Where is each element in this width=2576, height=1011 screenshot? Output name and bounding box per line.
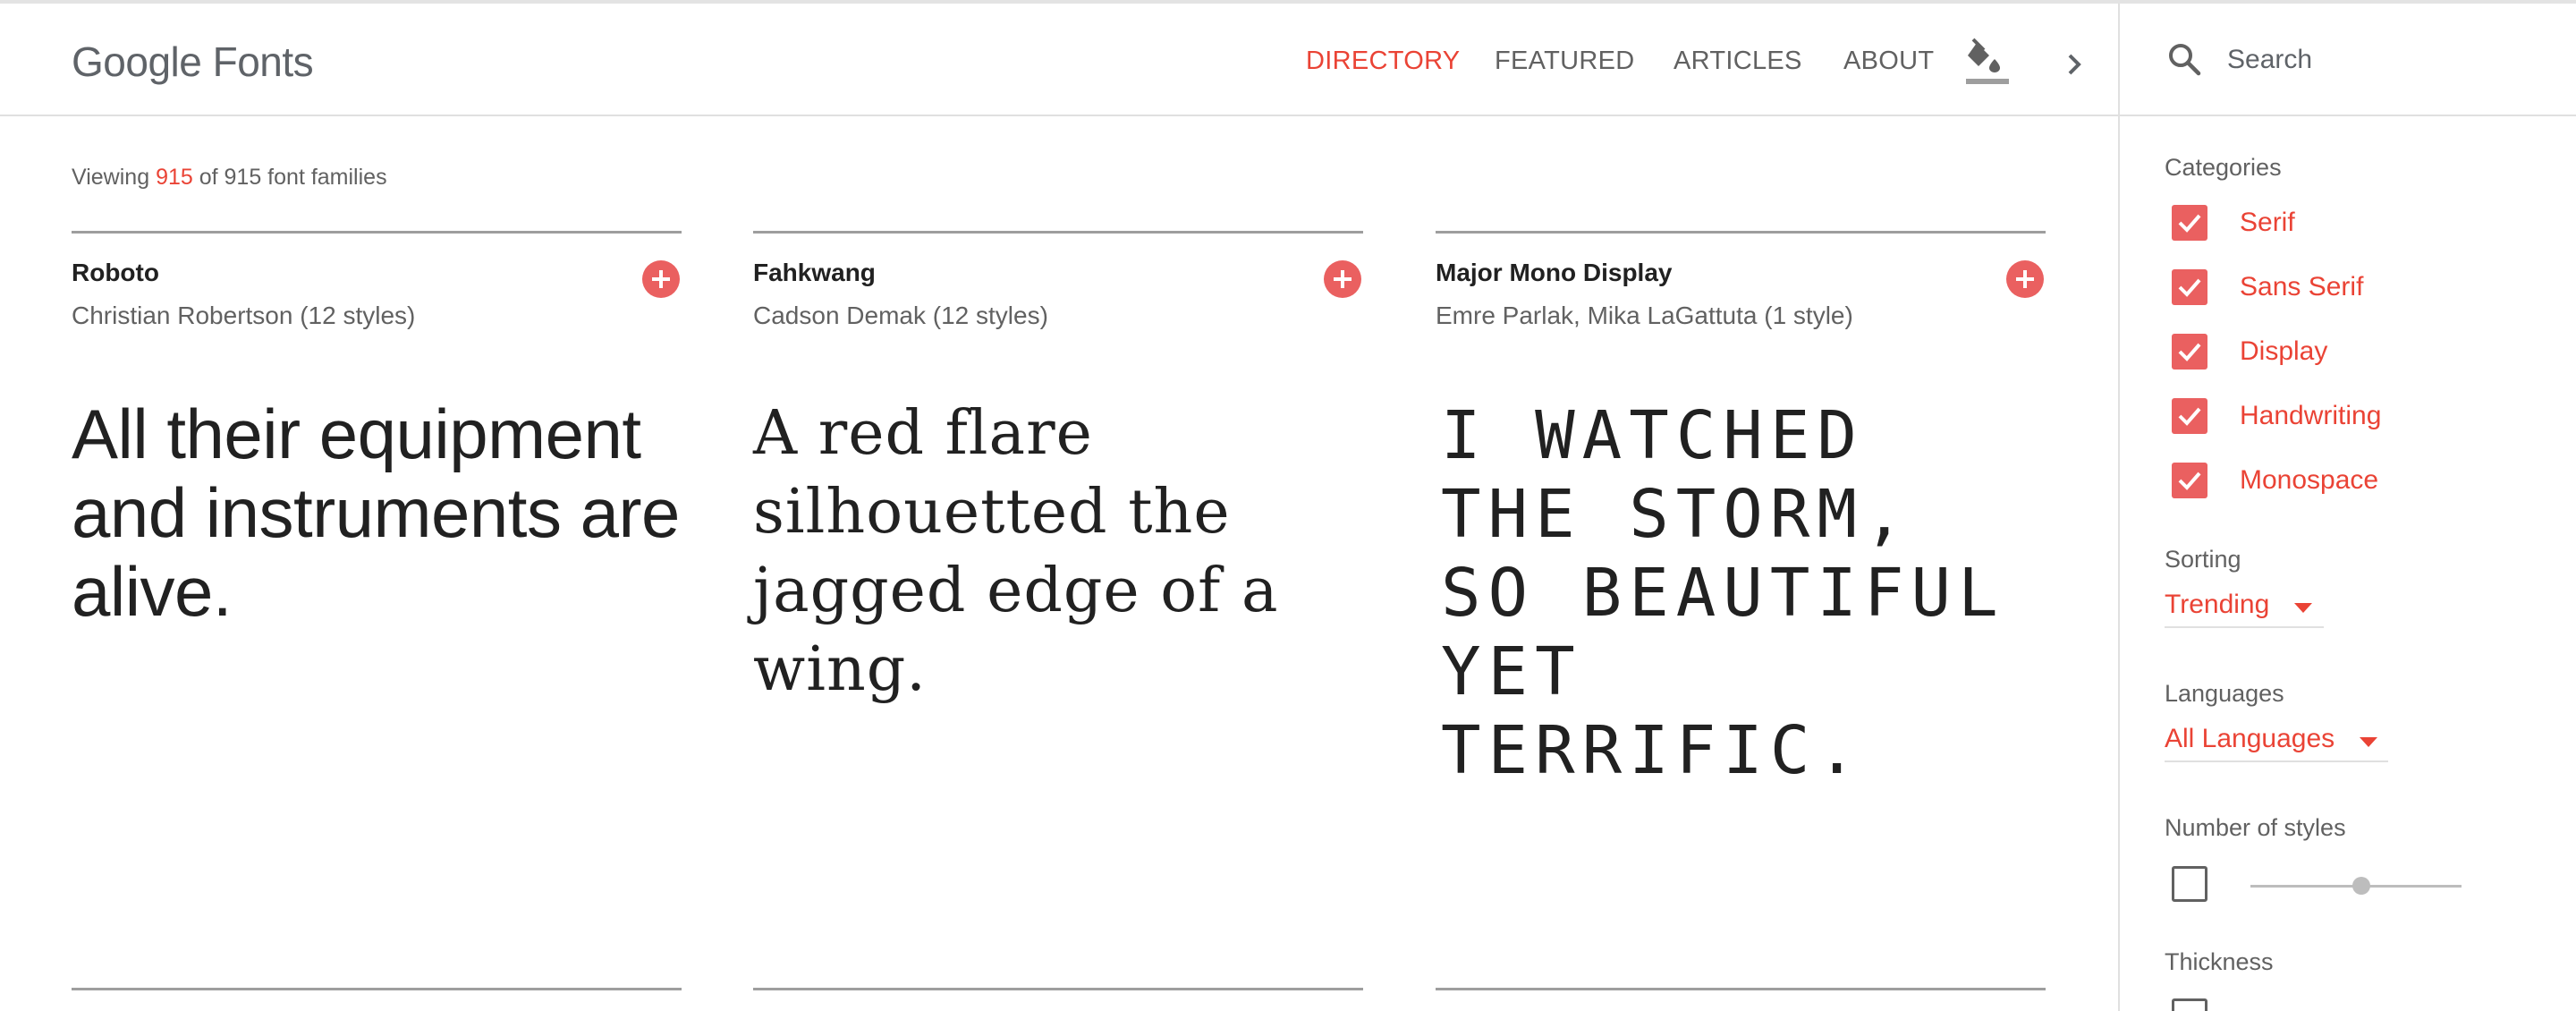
- category-label[interactable]: Monospace: [2240, 465, 2378, 496]
- languages-value: All Languages: [2165, 724, 2335, 753]
- font-card-fahkwang[interactable]: Fahkwang Cadson Demak (12 styles) A red …: [753, 231, 1363, 982]
- nav-articles[interactable]: ARTICLES: [1674, 47, 1802, 76]
- category-display[interactable]: Display: [2172, 331, 2327, 372]
- category-monospace[interactable]: Monospace: [2172, 460, 2378, 501]
- styles-filter-checkbox[interactable]: [2172, 866, 2207, 902]
- nav-directory[interactable]: DIRECTORY: [1306, 47, 1460, 76]
- filter-sidebar: Categories Serif Sans Serif Display Hand…: [2118, 4, 2576, 1011]
- font-author: Cadson Demak (12 styles): [753, 302, 1048, 329]
- thickness-filter-checkbox[interactable]: [2172, 998, 2207, 1011]
- categories-label: Categories: [2165, 154, 2282, 181]
- languages-dropdown[interactable]: All Languages: [2165, 718, 2388, 762]
- font-sample-text[interactable]: All their equipment and instruments are …: [72, 395, 682, 631]
- languages-label: Languages: [2165, 680, 2284, 707]
- category-serif[interactable]: Serif: [2172, 202, 2295, 243]
- viewing-prefix: Viewing: [72, 165, 150, 190]
- font-sample-text[interactable]: A red flare silhouetted the jagged edge …: [753, 395, 1363, 709]
- number-of-styles-label: Number of styles: [2165, 814, 2346, 841]
- font-author: Emre Parlak, Mika LaGattuta (1 style): [1436, 302, 1853, 329]
- thickness-label: Thickness: [2165, 948, 2274, 975]
- google-fonts-logo[interactable]: Google Fonts: [72, 38, 314, 86]
- chevron-right-icon[interactable]: [2057, 43, 2093, 86]
- nav-about[interactable]: ABOUT: [1843, 47, 1934, 76]
- viewing-total: of 915 font families: [199, 165, 387, 190]
- category-label[interactable]: Handwriting: [2240, 401, 2381, 431]
- next-row-divider: [1436, 988, 2046, 990]
- results-count: Viewing 915 of 915 font families: [72, 165, 387, 191]
- search-icon[interactable]: [2166, 41, 2202, 77]
- checkbox-checked[interactable]: [2172, 205, 2207, 241]
- search-input[interactable]: [2227, 34, 2549, 86]
- checkbox-checked[interactable]: [2172, 334, 2207, 370]
- category-label[interactable]: Sans Serif: [2240, 272, 2363, 302]
- add-font-button[interactable]: [2006, 260, 2044, 298]
- font-sample-text[interactable]: I watched the storm, so beautiful yet te…: [1441, 396, 2051, 790]
- category-sans-serif[interactable]: Sans Serif: [2172, 267, 2363, 308]
- logo-brand: Google: [72, 38, 202, 85]
- checkbox-checked[interactable]: [2172, 398, 2207, 434]
- sorting-dropdown[interactable]: Trending: [2165, 583, 2324, 628]
- viewing-shown-count: 915: [156, 165, 193, 190]
- next-row-divider: [753, 988, 1363, 990]
- app-header: Google Fonts DIRECTORY FEATURED ARTICLES…: [0, 4, 2118, 116]
- font-name[interactable]: Major Mono Display: [1436, 259, 1672, 287]
- sorting-label: Sorting: [2165, 546, 2241, 573]
- font-card-major-mono-display[interactable]: Major Mono Display Emre Parlak, Mika LaG…: [1436, 231, 2046, 982]
- checkbox-checked[interactable]: [2172, 269, 2207, 305]
- font-author: Christian Robertson (12 styles): [72, 302, 416, 329]
- add-font-button[interactable]: [642, 260, 680, 298]
- font-card-roboto[interactable]: Roboto Christian Robertson (12 styles) A…: [72, 231, 682, 982]
- caret-down-icon: [2294, 602, 2313, 613]
- category-label[interactable]: Display: [2240, 336, 2327, 367]
- paint-bucket-icon[interactable]: [1964, 36, 2011, 86]
- search-bar[interactable]: [2120, 4, 2576, 116]
- styles-slider-thumb[interactable]: [2352, 877, 2370, 895]
- checkbox-checked[interactable]: [2172, 463, 2207, 498]
- font-name[interactable]: Roboto: [72, 259, 159, 287]
- nav-featured[interactable]: FEATURED: [1495, 47, 1635, 76]
- sorting-value: Trending: [2165, 590, 2270, 619]
- add-font-button[interactable]: [1324, 260, 1361, 298]
- category-label[interactable]: Serif: [2240, 208, 2295, 238]
- caret-down-icon: [2360, 736, 2378, 747]
- logo-product: Fonts: [212, 38, 314, 85]
- next-row-divider: [72, 988, 682, 990]
- font-name[interactable]: Fahkwang: [753, 259, 876, 287]
- category-handwriting[interactable]: Handwriting: [2172, 395, 2381, 437]
